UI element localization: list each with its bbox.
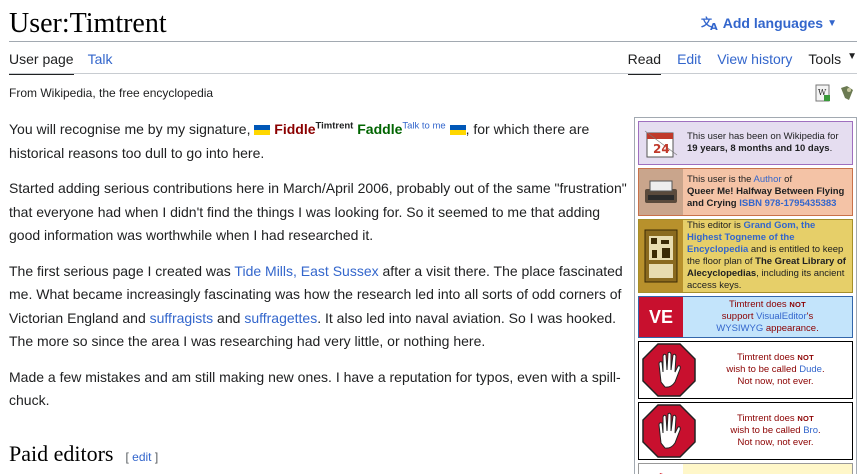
userbox-text: This user is the Author of Queer Me! Half…	[683, 169, 852, 215]
text-span: .	[821, 364, 825, 375]
page-indicators: W	[815, 84, 855, 102]
userbox-column: 24 This user has been on Wikipedia for 1…	[634, 117, 857, 474]
signature-fiddle-sup[interactable]: Timtrent	[316, 120, 354, 131]
bracket: ]	[151, 450, 159, 464]
text-span: 's	[806, 311, 814, 322]
text-span: Not now, not ever.	[737, 437, 814, 448]
text-span: This editor is	[687, 220, 744, 231]
text-span: wish to be called	[726, 364, 800, 375]
signature-faddle[interactable]: Faddle	[357, 121, 402, 137]
add-languages-button[interactable]: 文 A Add languages ▼	[701, 15, 837, 31]
first-page-paragraph: The first serious page I created was Tid…	[9, 260, 635, 354]
text-span: wish to be called	[730, 425, 804, 436]
userbox-text: Timtrent does NOT support VisualEditor's …	[683, 297, 852, 337]
tools-menu-button[interactable]: Tools ▼	[808, 51, 857, 75]
tab-read[interactable]: Read	[627, 51, 662, 75]
site-tagline: From Wikipedia, the free encyclopedia	[9, 86, 214, 100]
title-divider	[9, 41, 857, 42]
tenure-value: 19 years, 8 months and 10 days	[687, 143, 830, 154]
section-title: Paid editors	[9, 441, 114, 466]
userbox-not-bro: Timtrent does NOT wish to be called Bro. N…	[638, 402, 853, 460]
wysiwyg-link[interactable]: WYSIWYG	[716, 323, 763, 334]
lipstick-icon	[639, 464, 683, 474]
userbox-partial	[638, 463, 853, 474]
signature-fiddle[interactable]: Fiddle	[274, 121, 315, 137]
userbox-text: Timtrent does NOT wish to be called Bro. N…	[699, 403, 852, 459]
calendar-day: 24	[653, 142, 670, 156]
not-text: NOT	[797, 414, 815, 423]
not-text: NOT	[797, 353, 815, 362]
page-title: User:Timtrent	[9, 8, 167, 39]
signature-talk-link[interactable]: Talk to me	[402, 120, 445, 131]
stop-hand-icon	[639, 403, 699, 459]
nav-divider	[9, 73, 857, 74]
text-span: You will recognise me by my signature,	[9, 121, 255, 137]
tab-edit[interactable]: Edit	[677, 51, 701, 75]
tools-label: Tools	[808, 51, 842, 67]
userbox-text: This editor is Grand Gom, the Highest To…	[683, 220, 852, 292]
text-span: Timtrent does	[736, 413, 798, 424]
text-span: appearance.	[763, 323, 819, 334]
text-span: .	[818, 425, 821, 436]
text-span: and	[213, 309, 245, 326]
userbox-not-dude: Timtrent does NOT wish to be called Dude.…	[638, 341, 853, 399]
section-heading-paid-editors: Paid editors [ edit ]	[9, 441, 158, 467]
mistakes-paragraph: Made a few mistakes and am still making …	[9, 368, 621, 409]
userbox-text: This user has been on Wikipedia for 19 y…	[683, 122, 852, 164]
calendar-icon: 24	[639, 122, 683, 164]
text-span: Timtrent does	[736, 352, 798, 363]
text-span: This user is the	[687, 174, 754, 185]
tab-talk[interactable]: Talk	[88, 51, 113, 75]
text-span: Not now, not ever.	[737, 376, 814, 387]
wikipedia-page-icon[interactable]: W	[815, 84, 831, 102]
ukraine-flag-icon	[449, 125, 466, 135]
intro-paragraph: You will recognise me by my signature, F…	[9, 118, 635, 165]
svg-text:A: A	[710, 22, 718, 31]
bro-link[interactable]: Bro	[803, 425, 818, 436]
section-edit: [ edit ]	[126, 450, 159, 464]
add-languages-label: Add languages	[722, 15, 824, 31]
text-span: of	[781, 174, 793, 185]
userbox-author: This user is the Author of Queer Me! Half…	[638, 168, 853, 216]
section-edit-link[interactable]: edit	[132, 450, 151, 464]
ukraine-flag-icon	[254, 125, 271, 135]
chevron-down-icon: ▼	[847, 51, 857, 62]
tab-user-page[interactable]: User page	[9, 51, 74, 75]
text-span: This user has been on Wikipedia for	[687, 131, 839, 142]
suffragists-link[interactable]: suffragists	[150, 310, 214, 326]
semi-protection-icon[interactable]	[839, 84, 855, 102]
userbox-text	[683, 464, 691, 474]
suffragettes-link[interactable]: suffragettes	[244, 310, 317, 326]
chevron-down-icon: ▼	[827, 17, 837, 29]
not-text: NOT	[789, 300, 807, 309]
text-span: .	[829, 143, 833, 154]
text-span: The first serious page I created was	[9, 262, 235, 279]
namespace-tabs: User page Talk	[9, 51, 127, 75]
userbox-text: Timtrent does NOT wish to be called Dude.…	[699, 342, 852, 398]
floor-plan-icon	[639, 220, 683, 292]
text-span: Timtrent does	[728, 299, 790, 310]
isbn-link[interactable]: ISBN 978-1795435383	[739, 198, 836, 209]
userbox-grand-gom: This editor is Grand Gom, the Highest To…	[638, 219, 853, 293]
userbox-tenure: 24 This user has been on Wikipedia for 1…	[638, 121, 853, 165]
stop-hand-icon	[639, 342, 699, 398]
dude-link[interactable]: Dude	[799, 364, 822, 375]
tide-mills-link[interactable]: Tide Mills, East Sussex	[234, 263, 378, 279]
typewriter-icon	[639, 169, 683, 215]
article-body: You will recognise me by my signature, F…	[9, 118, 635, 425]
author-link[interactable]: Author	[754, 174, 782, 185]
translate-icon: 文 A	[701, 15, 718, 31]
history-paragraph: Started adding serious contributions her…	[9, 180, 627, 243]
ve-logo: VE	[639, 297, 683, 337]
userbox-visualeditor: VE Timtrent does NOT support VisualEditor…	[638, 296, 853, 338]
text-span: support	[721, 311, 757, 322]
view-tabs: Read Edit View history Tools ▼	[612, 51, 857, 75]
tab-view-history[interactable]: View history	[717, 51, 792, 75]
visualeditor-link[interactable]: VisualEditor	[756, 311, 807, 322]
